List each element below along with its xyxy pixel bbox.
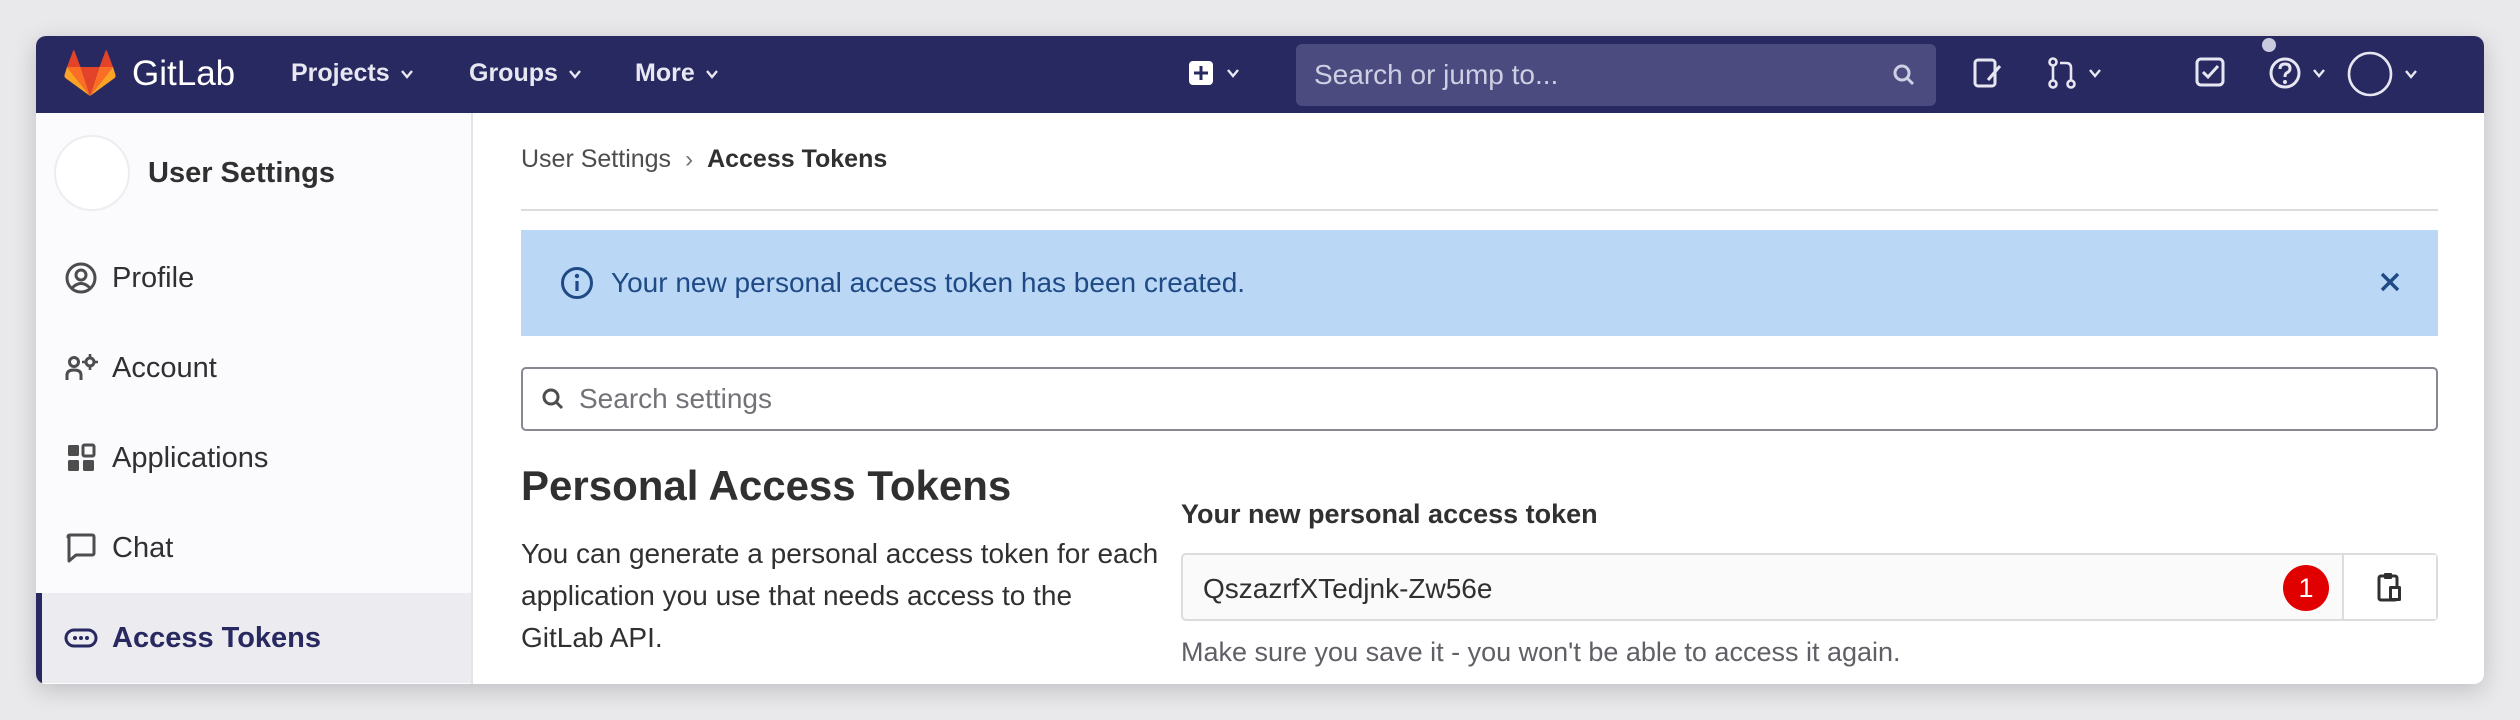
help-button[interactable] (2268, 56, 2326, 90)
settings-search-placeholder: Search settings (579, 383, 772, 414)
new-token-value[interactable]: QszazrfXTedjnk-Zw56e (1203, 573, 1492, 605)
token-icon (64, 628, 98, 648)
chevron-down-icon (2405, 70, 2417, 79)
section-description: You can generate a personal access token… (521, 538, 1159, 653)
breadcrumb-current[interactable]: Access Tokens (707, 145, 887, 174)
help-icon (2269, 57, 2301, 89)
new-token-field[interactable]: QszazrfXTedjnk-Zw56e 1 (1181, 553, 2438, 621)
nav-more-label: More (635, 59, 695, 87)
applications-icon (68, 443, 96, 471)
copy-token-button[interactable] (2342, 555, 2436, 619)
chevron-down-icon (1227, 69, 1239, 78)
issues-button[interactable] (1971, 56, 2005, 90)
alert-message: Your new personal access token has been … (611, 267, 1246, 298)
global-search-input[interactable]: Search or jump to... (1296, 44, 1936, 106)
sidebar-item-access-tokens[interactable]: Access Tokens (36, 593, 471, 683)
browser-window: GitLab Projects Groups More Search or ju… (36, 36, 2484, 684)
sidebar-item-account[interactable]: Account (36, 323, 471, 413)
nav-projects-label: Projects (291, 59, 390, 87)
sidebar-header[interactable]: User Settings (54, 135, 335, 211)
new-item-dropdown[interactable] (1188, 60, 1240, 86)
breadcrumb: User Settings › Access Tokens (521, 145, 887, 174)
chevron-down-icon (705, 69, 718, 79)
settings-search-input[interactable]: Search settings (521, 367, 2438, 431)
settings-sidebar: User Settings Profile Account Applicatio… (36, 113, 473, 684)
sidebar-item-label: Access Tokens (112, 621, 322, 654)
notification-dot (2262, 38, 2276, 52)
todo-check-icon (2195, 57, 2225, 87)
chevron-down-icon (2313, 69, 2325, 78)
sidebar-item-label: Profile (112, 261, 195, 294)
merge-request-icon (2048, 57, 2076, 89)
top-navbar: GitLab Projects Groups More Search or ju… (36, 36, 2484, 113)
issues-icon (1973, 58, 2002, 88)
nav-groups[interactable]: Groups (469, 59, 582, 88)
global-search-placeholder: Search or jump to... (1314, 59, 1559, 90)
account-icon (65, 354, 98, 380)
breadcrumb-parent[interactable]: User Settings (521, 145, 671, 174)
close-icon[interactable] (2378, 270, 2402, 294)
token-badge: 1 (2283, 565, 2329, 611)
todos-button[interactable] (2194, 56, 2226, 88)
sidebar-item-label: Chat (112, 531, 174, 564)
search-icon (1893, 64, 1915, 86)
sidebar-item-label: Account (112, 351, 217, 384)
search-icon (542, 388, 564, 410)
avatar (54, 135, 130, 211)
new-token-help: Make sure you save it - you won't be abl… (1181, 637, 1901, 667)
breadcrumb-separator: › (685, 145, 694, 173)
chevron-down-icon (568, 69, 581, 79)
user-avatar-icon (2347, 51, 2393, 97)
success-alert: Your new personal access token has been … (521, 230, 2438, 336)
info-icon (561, 267, 593, 299)
active-indicator (36, 593, 42, 683)
gitlab-logo-icon[interactable] (64, 50, 116, 98)
chevron-down-icon (400, 69, 413, 79)
chat-icon (66, 533, 96, 563)
nav-projects[interactable]: Projects (291, 59, 414, 88)
sidebar-title: User Settings (148, 156, 335, 189)
nav-more[interactable]: More (635, 59, 719, 88)
divider (521, 209, 2438, 211)
sidebar-item-profile[interactable]: Profile (36, 233, 471, 323)
new-token-label: Your new personal access token (1181, 499, 1598, 529)
section-title: Personal Access Tokens (521, 462, 1012, 509)
sidebar-item-label: Applications (112, 441, 269, 474)
plus-square-icon (1189, 61, 1213, 85)
brand-name[interactable]: GitLab (132, 54, 235, 94)
profile-icon (65, 262, 97, 294)
merge-requests-button[interactable] (2046, 56, 2102, 90)
clipboard-icon (2377, 573, 2401, 602)
user-menu-button[interactable] (2346, 50, 2418, 98)
chevron-down-icon (2089, 69, 2101, 78)
sidebar-item-applications[interactable]: Applications (36, 413, 471, 503)
main-content: User Settings › Access Tokens Your new p… (521, 113, 2438, 684)
nav-groups-label: Groups (469, 59, 558, 87)
sidebar-item-chat[interactable]: Chat (36, 503, 471, 593)
